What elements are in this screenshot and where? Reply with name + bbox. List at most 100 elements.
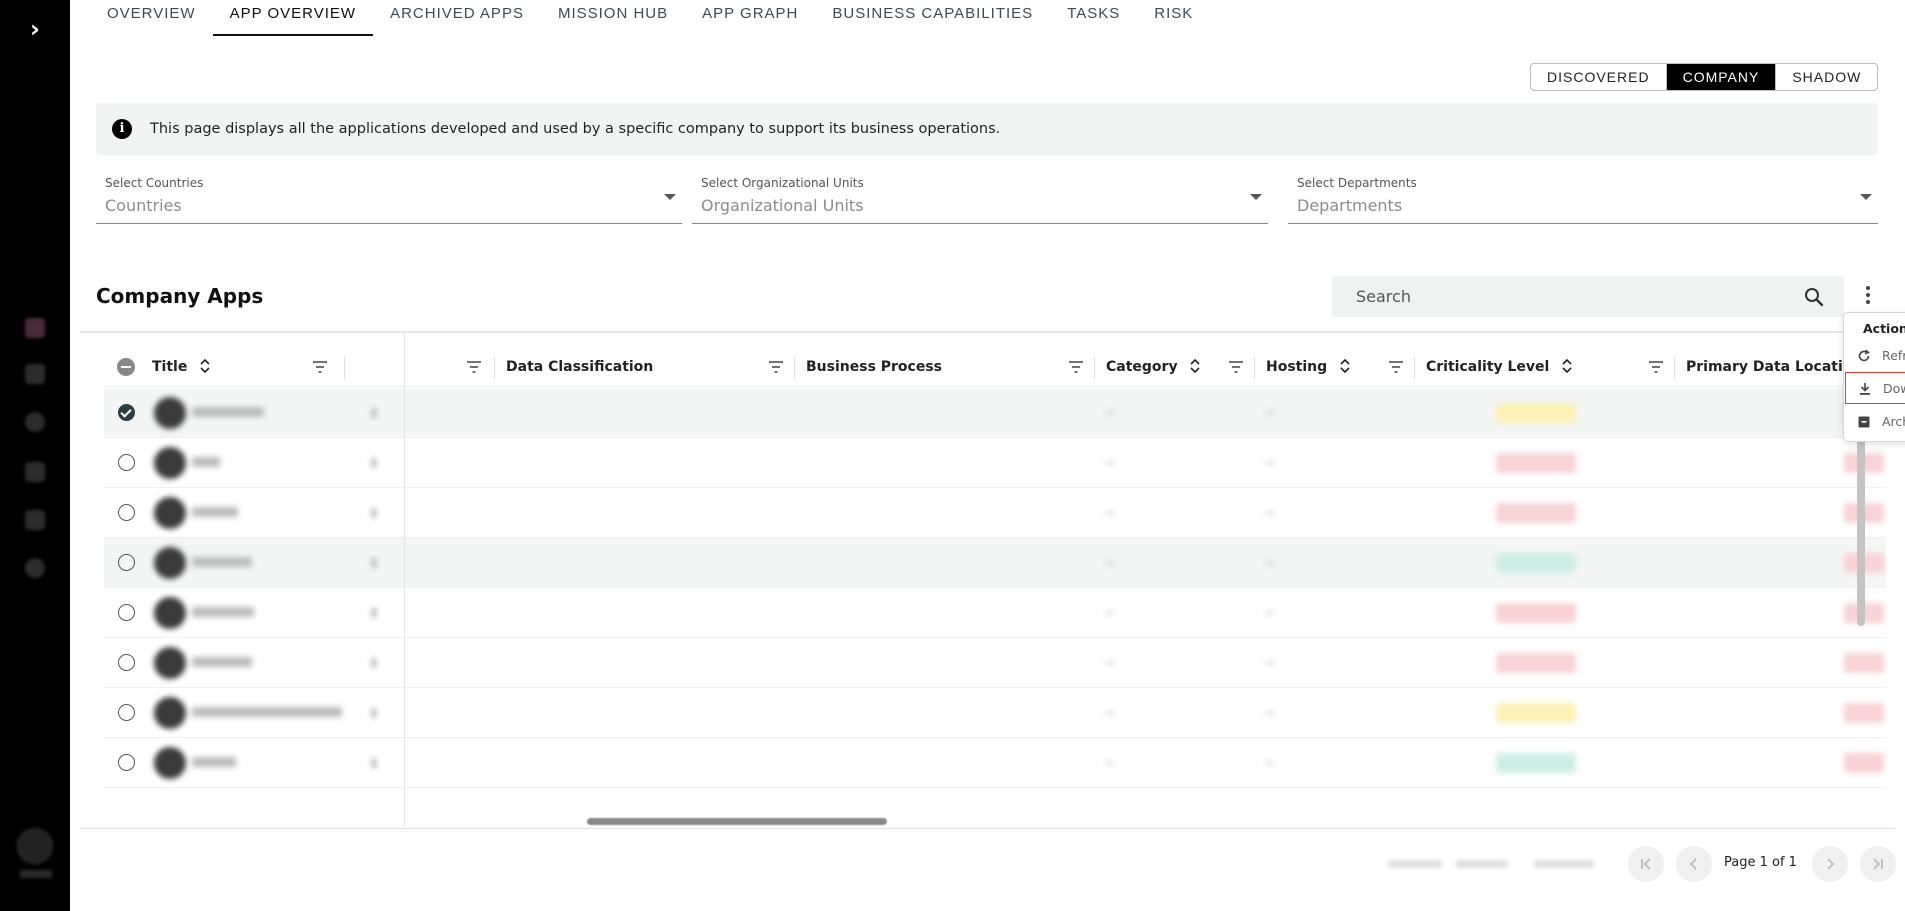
app-title-redacted[interactable]	[192, 407, 264, 417]
app-title-redacted[interactable]	[192, 457, 220, 467]
table-row[interactable]	[104, 688, 1886, 738]
column-title-label: Title	[152, 359, 188, 375]
column-header-criticality-level[interactable]: Criticality Level	[1426, 347, 1572, 387]
filter-icon[interactable]	[1648, 359, 1664, 375]
row-select-checkbox[interactable]	[118, 754, 135, 771]
row-cell-redacted	[1266, 462, 1274, 464]
row-select-checkbox[interactable]	[118, 704, 135, 721]
filter-icon[interactable]	[1388, 359, 1404, 375]
tab-app-overview[interactable]: APP OVERVIEW	[212, 0, 374, 36]
app-title-redacted[interactable]	[192, 507, 238, 517]
table-row[interactable]	[104, 638, 1886, 688]
sort-icon[interactable]	[200, 359, 210, 373]
criticality-badge	[1496, 603, 1576, 623]
dropdown-caret-icon	[1860, 194, 1872, 200]
left-sidebar: ›	[0, 0, 70, 911]
tab-business-capabilities[interactable]: BUSINESS CAPABILITIES	[815, 0, 1050, 36]
menu-item-archive[interactable]: Archive	[1845, 406, 1905, 438]
filter-icon[interactable]	[768, 359, 784, 375]
tab-app-graph[interactable]: APP GRAPH	[685, 0, 815, 36]
column-header-business-process[interactable]: Business Process	[806, 347, 942, 387]
filter-icon[interactable]	[466, 359, 482, 375]
row-cell-redacted	[1266, 562, 1274, 564]
filter-icon[interactable]	[312, 359, 328, 375]
rows-per-page-select[interactable]	[1456, 860, 1508, 868]
blurred-nav-icon[interactable]	[25, 510, 45, 530]
app-title-redacted[interactable]	[192, 757, 236, 767]
app-title-redacted[interactable]	[192, 657, 252, 667]
menu-item-download[interactable]: Download	[1845, 372, 1905, 404]
row-select-checkbox[interactable]	[118, 504, 135, 521]
column-category-label: Category	[1106, 359, 1178, 375]
org-units-select[interactable]: Select Organizational Units Organization…	[692, 176, 1268, 224]
filter-icon[interactable]	[1068, 359, 1084, 375]
column-header-category[interactable]: Category	[1106, 347, 1201, 387]
previous-page-button[interactable]	[1676, 846, 1712, 882]
table-header: Title Data Classification Business Proce…	[104, 347, 1886, 387]
table-row[interactable]	[104, 488, 1886, 538]
row-select-checkbox[interactable]	[118, 604, 135, 621]
tab-archived-apps[interactable]: ARCHIVED APPS	[373, 0, 541, 36]
menu-item-archive-label: Archive	[1882, 414, 1905, 429]
row-cell-redacted	[372, 508, 376, 518]
more-actions-icon[interactable]	[1860, 283, 1876, 309]
download-icon	[1860, 383, 1870, 395]
select-all-checkbox[interactable]	[117, 358, 135, 376]
chevron-left-icon	[1689, 858, 1697, 870]
sort-icon[interactable]	[1340, 359, 1350, 373]
row-select-checkbox[interactable]	[118, 454, 135, 471]
table-row[interactable]	[104, 438, 1886, 488]
departments-select[interactable]: Select Departments Departments	[1288, 176, 1878, 224]
column-separator	[1094, 357, 1095, 379]
first-page-icon	[1641, 858, 1651, 870]
blurred-nav-icon[interactable]	[25, 462, 45, 482]
table-row[interactable]	[104, 538, 1886, 588]
countries-select[interactable]: Select Countries Countries	[96, 176, 682, 224]
sort-icon[interactable]	[1190, 359, 1201, 373]
last-page-button[interactable]	[1860, 846, 1896, 882]
toggle-company[interactable]: COMPANY	[1666, 64, 1777, 90]
app-title-redacted[interactable]	[192, 557, 252, 567]
tab-mission-hub[interactable]: MISSION HUB	[541, 0, 685, 36]
rows-per-page-label	[1388, 860, 1442, 868]
column-header-hosting[interactable]: Hosting	[1266, 347, 1350, 387]
search-icon[interactable]	[1804, 287, 1824, 307]
next-page-button[interactable]	[1812, 846, 1848, 882]
menu-item-download-label: Download	[1883, 381, 1905, 396]
blurred-nav-icon[interactable]	[25, 364, 45, 384]
tab-risk[interactable]: RISK	[1137, 0, 1210, 36]
column-separator	[794, 357, 795, 379]
blurred-nav-icon[interactable]	[25, 412, 45, 432]
column-header-primary-data-location[interactable]: Primary Data Location	[1686, 347, 1862, 387]
column-separator	[1254, 357, 1255, 379]
filter-icon[interactable]	[1228, 359, 1244, 375]
blurred-nav-icon[interactable]	[25, 318, 45, 338]
app-title-redacted[interactable]	[192, 707, 342, 717]
toggle-discovered[interactable]: DISCOVERED	[1531, 64, 1667, 90]
first-page-button[interactable]	[1628, 846, 1664, 882]
table-row[interactable]	[104, 738, 1886, 788]
sort-icon[interactable]	[1562, 359, 1572, 373]
app-title-redacted[interactable]	[192, 607, 254, 617]
menu-item-refresh[interactable]: Refresh	[1845, 340, 1905, 372]
row-select-checkbox[interactable]	[118, 404, 135, 421]
row-select-checkbox[interactable]	[118, 554, 135, 571]
user-avatar[interactable]	[17, 828, 53, 864]
row-select-checkbox[interactable]	[118, 654, 135, 671]
tab-tasks[interactable]: TASKS	[1050, 0, 1137, 36]
search-input[interactable]	[1356, 276, 1796, 317]
toggle-shadow[interactable]: SHADOW	[1776, 64, 1877, 90]
tab-overview[interactable]: OVERVIEW	[90, 0, 213, 36]
column-header-data-classification[interactable]: Data Classification	[506, 347, 653, 387]
vertical-scrollbar[interactable]	[1857, 430, 1865, 626]
divider	[80, 331, 1895, 333]
blurred-nav-icon[interactable]	[25, 558, 45, 578]
column-header-title[interactable]: Title	[152, 347, 210, 387]
expand-sidebar-icon[interactable]: ›	[22, 16, 48, 42]
column-separator	[1414, 357, 1415, 379]
horizontal-scrollbar[interactable]	[587, 818, 887, 825]
app-logo	[154, 647, 186, 679]
criticality-badge	[1496, 753, 1576, 773]
table-row[interactable]	[104, 388, 1886, 438]
table-row[interactable]	[104, 588, 1886, 638]
